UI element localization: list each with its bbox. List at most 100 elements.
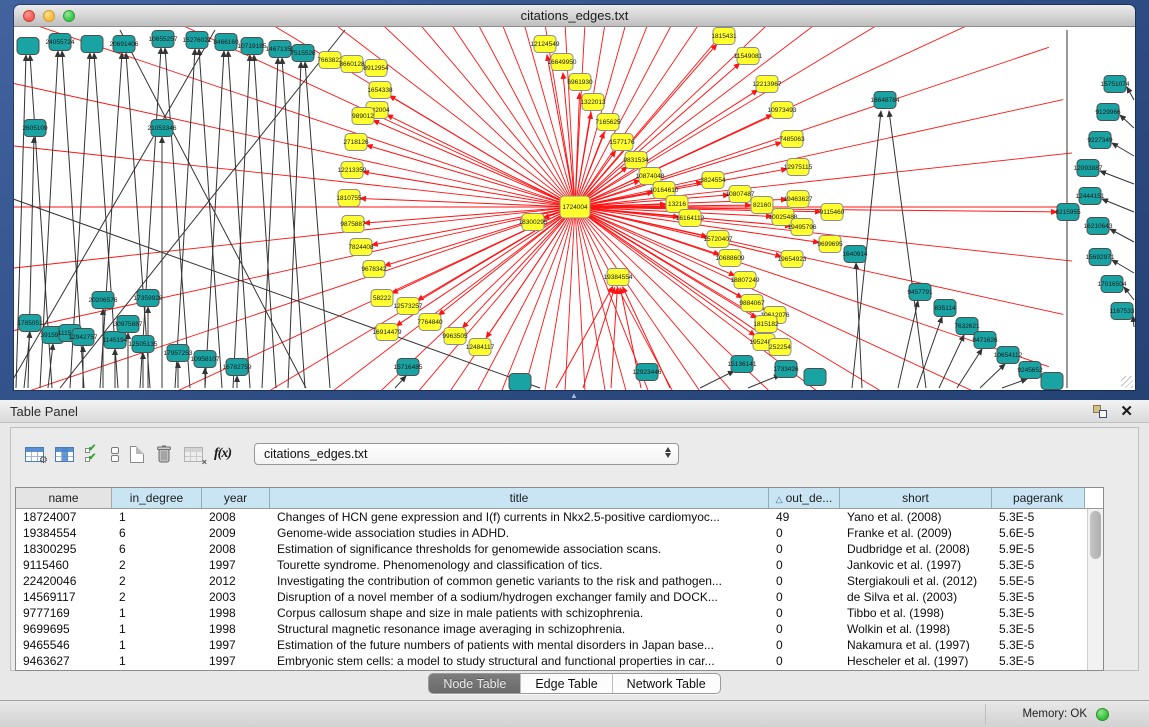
graph-node[interactable] [1111, 303, 1133, 320]
graph-node[interactable] [804, 369, 826, 386]
graph-node[interactable] [1077, 160, 1099, 177]
graph-node[interactable] [371, 290, 393, 307]
column-header-year[interactable]: year [202, 488, 270, 508]
window-titlebar[interactable]: citations_edges.txt [14, 5, 1135, 27]
new-table-icon[interactable] [130, 446, 144, 463]
table-options-icon[interactable]: ⚙ [25, 447, 44, 462]
tab-node-table[interactable]: Node Table [429, 674, 521, 693]
graph-node[interactable] [713, 28, 735, 45]
vertical-scrollbar[interactable] [1087, 509, 1103, 670]
graph-node[interactable] [151, 120, 173, 137]
graph-node[interactable] [702, 172, 724, 189]
graph-node[interactable] [444, 328, 466, 345]
graph-node[interactable] [376, 324, 398, 341]
table-row[interactable]: 2242004622012Investigating the contribut… [16, 573, 1103, 589]
graph-node[interactable] [186, 32, 208, 49]
graph-node[interactable] [611, 134, 633, 151]
column-header-out_de[interactable]: △out_de... [769, 488, 840, 508]
graph-node[interactable] [104, 332, 126, 349]
close-panel-icon[interactable]: ✕ [1120, 402, 1133, 420]
graph-node[interactable] [771, 102, 793, 119]
graph-node[interactable] [787, 159, 809, 176]
scrollbar-thumb[interactable] [1090, 511, 1101, 559]
graph-node[interactable] [241, 38, 263, 55]
graph-node[interactable] [719, 250, 741, 267]
select-columns-icon[interactable] [55, 447, 74, 462]
column-header-pagerank[interactable]: pagerank [992, 488, 1085, 508]
graph-node[interactable] [636, 364, 658, 381]
graph-node[interactable] [1041, 373, 1063, 390]
delete-table-icon[interactable] [155, 444, 173, 464]
graph-node[interactable] [226, 359, 248, 376]
graph-node[interactable] [997, 347, 1019, 364]
column-header-name[interactable]: name [16, 488, 112, 508]
graph-node[interactable] [1057, 204, 1079, 221]
graph-node[interactable] [132, 336, 154, 353]
graph-node[interactable] [117, 316, 139, 333]
table-row[interactable]: 977716911998Corpus callosum shape and si… [16, 605, 1103, 621]
citation-network-graph[interactable]: 2405572420691406106552571527602184661601… [14, 27, 1135, 390]
graph-node[interactable] [755, 316, 777, 333]
graph-node[interactable] [781, 251, 803, 268]
column-header-in_degree[interactable]: in_degree [112, 488, 202, 508]
unselect-all-icon[interactable] [111, 447, 119, 462]
table-row[interactable]: 1830029562008Estimation of significance … [16, 541, 1103, 557]
import-table-icon[interactable]: × [184, 447, 203, 462]
graph-node[interactable] [756, 76, 778, 93]
graph-node[interactable] [625, 152, 647, 169]
graph-node[interactable] [369, 82, 391, 99]
table-selector-dropdown[interactable]: citations_edges.txt [254, 443, 679, 465]
graph-node[interactable] [787, 191, 809, 208]
function-builder-icon[interactable]: f(x) [214, 446, 231, 462]
graph-node[interactable] [679, 210, 701, 227]
graph-node[interactable] [363, 261, 385, 278]
graph-node[interactable] [729, 186, 751, 203]
graph-node[interactable] [934, 300, 956, 317]
graph-node[interactable] [319, 52, 341, 69]
graph-node[interactable] [974, 332, 996, 349]
graph-node[interactable] [397, 359, 419, 376]
graph-node[interactable] [469, 339, 491, 356]
graph-node[interactable] [731, 356, 753, 373]
graph-node[interactable] [509, 374, 531, 391]
panel-divider-grip[interactable]: ▲ [567, 392, 581, 399]
network-canvas[interactable]: 2405572420691406106552571527602184661601… [14, 27, 1135, 390]
tab-edge-table[interactable]: Edge Table [521, 674, 612, 693]
graph-node[interactable] [137, 290, 159, 307]
column-header-short[interactable]: short [840, 488, 992, 508]
float-panel-icon[interactable] [1093, 405, 1107, 418]
table-row[interactable]: 911546021997Tourette syndrome. Phenomeno… [16, 557, 1103, 573]
graph-node[interactable] [607, 269, 629, 286]
graph-node[interactable] [1097, 104, 1119, 121]
graph-node[interactable] [24, 120, 46, 137]
graph-node[interactable] [844, 246, 866, 263]
graph-node[interactable] [1079, 188, 1101, 205]
graph-node[interactable] [534, 36, 556, 53]
graph-node[interactable] [1089, 249, 1111, 266]
memory-ok-indicator[interactable] [1096, 708, 1109, 721]
graph-node[interactable] [909, 284, 931, 301]
graph-node[interactable] [338, 190, 360, 207]
column-header-title[interactable]: title [270, 488, 769, 508]
table-row[interactable]: 946554611997Estimation of the future num… [16, 637, 1103, 653]
graph-node[interactable] [791, 219, 813, 236]
graph-node[interactable] [269, 41, 291, 58]
graph-node[interactable] [874, 92, 896, 109]
graph-node[interactable] [350, 239, 372, 256]
graph-node[interactable] [92, 292, 114, 309]
graph-node[interactable] [1101, 276, 1123, 293]
graph-node[interactable] [1104, 76, 1126, 93]
graph-node[interactable] [569, 74, 591, 91]
graph-node[interactable] [821, 204, 843, 221]
graph-node[interactable] [17, 38, 39, 55]
graph-node[interactable] [49, 34, 71, 51]
graph-node[interactable] [522, 214, 544, 231]
graph-node[interactable] [769, 339, 791, 356]
graph-node[interactable] [341, 56, 363, 73]
graph-node[interactable] [342, 216, 364, 233]
graph-node[interactable] [1019, 362, 1041, 379]
graph-node[interactable] [152, 31, 174, 48]
graph-node[interactable] [81, 36, 103, 53]
graph-node[interactable] [194, 351, 216, 368]
select-all-icon[interactable]: ✔✔ [85, 446, 100, 463]
